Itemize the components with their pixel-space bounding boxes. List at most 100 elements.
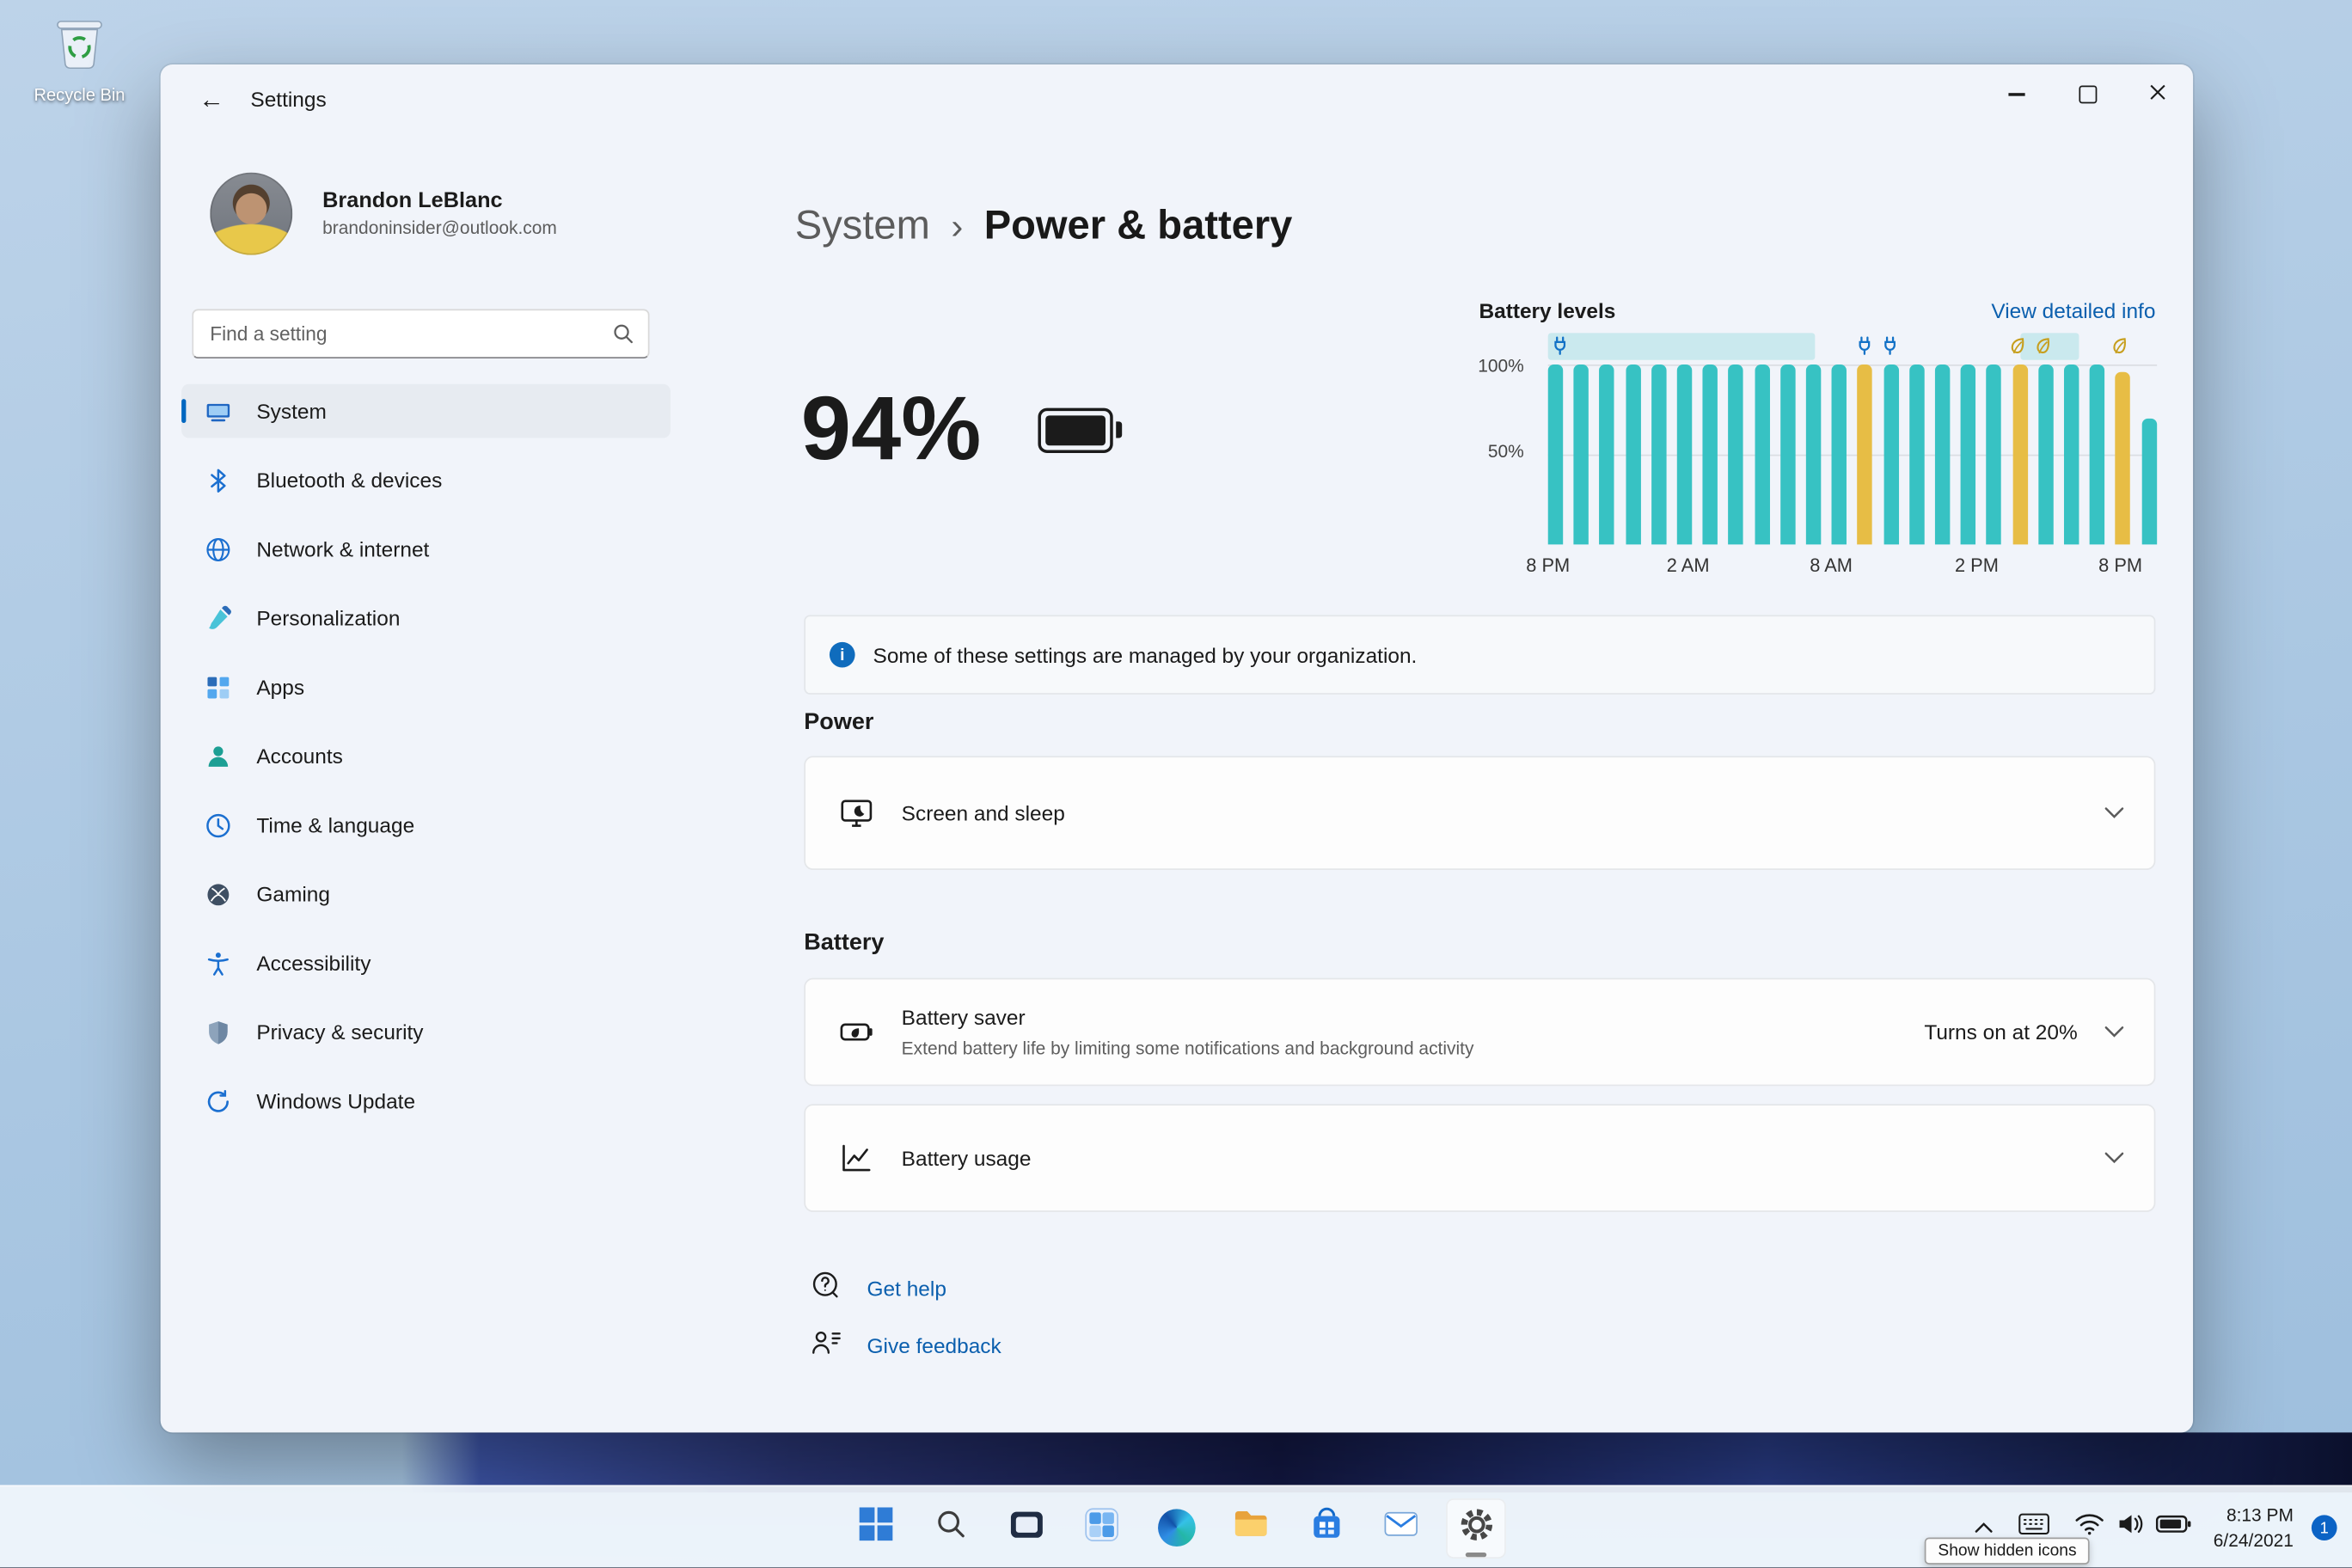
battery-bar	[2012, 364, 2028, 545]
active-app-indicator	[1465, 1552, 1487, 1557]
sidebar-item-apps[interactable]: Apps	[181, 660, 671, 714]
minimize-icon	[2008, 93, 2025, 96]
sidebar-item-accounts[interactable]: Accounts	[181, 729, 671, 783]
sidebar-item-accessibility[interactable]: Accessibility	[181, 936, 671, 990]
sidebar-item-personalization[interactable]: Personalization	[181, 591, 671, 645]
search-box	[192, 309, 650, 359]
profile[interactable]: Brandon LeBlanc brandoninsider@outlook.c…	[210, 172, 557, 255]
battery-bar	[1961, 364, 1976, 545]
desktop-wallpaper	[401, 1432, 2352, 1493]
sidebar-item-windows-update[interactable]: Windows Update	[181, 1074, 671, 1128]
file-explorer-button[interactable]	[1221, 1498, 1281, 1558]
sidebar-item-label: Privacy & security	[256, 1020, 424, 1044]
search-icon	[612, 322, 634, 352]
search-input[interactable]	[192, 309, 650, 359]
get-help-link[interactable]: Get help	[867, 1277, 946, 1301]
y-tick-label: 50%	[1487, 441, 1524, 462]
sidebar-item-bluetooth-devices[interactable]: Bluetooth & devices	[181, 453, 671, 507]
widgets-icon	[1082, 1505, 1120, 1550]
section-heading-battery: Battery	[804, 929, 885, 956]
battery-bar	[1779, 364, 1796, 545]
settings-app-button[interactable]	[1446, 1498, 1506, 1559]
task-view-button[interactable]	[996, 1498, 1057, 1558]
charge-band	[1547, 333, 1815, 360]
plug-marker-icon	[1553, 336, 1569, 363]
sidebar-item-privacy-security[interactable]: Privacy & security	[181, 1005, 671, 1059]
task-view-icon	[1008, 1505, 1045, 1550]
mail-icon	[1381, 1504, 1420, 1551]
battery-bar	[1987, 364, 2002, 545]
apps-icon	[203, 672, 233, 702]
battery-chart-bars	[1547, 364, 2157, 545]
battery-percent: 94%	[800, 377, 982, 479]
close-button[interactable]	[2122, 64, 2193, 125]
screen-and-sleep-icon	[838, 795, 874, 831]
chevron-down-icon	[2104, 1144, 2124, 1171]
gaming-icon	[203, 879, 233, 910]
start-button[interactable]	[846, 1498, 906, 1558]
eco-marker-icon	[2009, 336, 2025, 363]
volume-icon	[2116, 1512, 2142, 1544]
chevron-down-icon	[2104, 1019, 2124, 1045]
view-detailed-info-link[interactable]: View detailed info	[1991, 298, 2155, 322]
x-tick-label: 8 PM	[2098, 554, 2143, 577]
battery-usage-card[interactable]: Battery usage	[804, 1104, 2156, 1212]
banner-text: Some of these settings are managed by yo…	[873, 642, 1418, 667]
x-axis-labels: 8 PM 2 AM 8 AM 2 PM 8 PM	[1526, 554, 2157, 579]
mail-button[interactable]	[1371, 1498, 1431, 1558]
taskbar-clock[interactable]: 8:13 PM 6/24/2021	[2204, 1504, 2302, 1552]
battery-bar	[2090, 364, 2105, 545]
page-title: Power & battery	[983, 202, 1293, 248]
get-help-icon	[810, 1268, 842, 1308]
sidebar-item-gaming[interactable]: Gaming	[181, 867, 671, 922]
accounts-icon	[203, 741, 233, 771]
maximize-button[interactable]	[2052, 64, 2122, 125]
card-subtitle: Extend battery life by limiting some not…	[901, 1038, 1474, 1059]
card-title: Battery saver	[901, 1005, 1026, 1030]
x-tick-label: 8 PM	[1526, 554, 1571, 577]
back-arrow-icon: ←	[199, 85, 224, 114]
give-feedback-link[interactable]: Give feedback	[867, 1333, 1001, 1357]
minimize-button[interactable]	[1981, 64, 2052, 125]
recycle-bin-shortcut[interactable]: Recycle Bin	[21, 9, 138, 105]
chevron-down-icon	[2104, 799, 2124, 826]
sidebar-nav: System Bluetooth & devices Network & int…	[181, 383, 671, 1143]
windows-update-icon	[203, 1086, 233, 1116]
battery-bar	[1651, 364, 1667, 545]
personalization-icon	[203, 603, 233, 633]
screen-and-sleep-card[interactable]: Screen and sleep	[804, 756, 2156, 871]
sidebar-item-label: Gaming	[256, 882, 330, 906]
sidebar-item-network-internet[interactable]: Network & internet	[181, 522, 671, 576]
x-tick-label: 2 AM	[1666, 554, 1710, 577]
battery-usage-icon	[838, 1140, 874, 1176]
breadcrumb-parent[interactable]: System	[795, 203, 930, 249]
sidebar-item-system[interactable]: System	[181, 383, 671, 438]
sidebar-item-time-language[interactable]: Time & language	[181, 798, 671, 852]
widgets-button[interactable]	[1071, 1498, 1131, 1558]
battery-bar	[1935, 364, 1951, 545]
battery-saver-card[interactable]: Battery saver Extend battery life by lim…	[804, 977, 2156, 1087]
taskbar-search-button[interactable]	[921, 1498, 981, 1558]
battery-bar	[2038, 364, 2054, 545]
sidebar-item-label: Bluetooth & devices	[256, 468, 443, 493]
microsoft-store-button[interactable]	[1296, 1498, 1357, 1558]
battery-bar	[1883, 364, 1899, 545]
close-icon	[2149, 81, 2165, 107]
system-icon	[203, 396, 233, 426]
sidebar-item-label: Apps	[256, 675, 305, 700]
eco-marker-icon	[2035, 336, 2051, 363]
network-icon	[203, 534, 233, 564]
card-title: Battery usage	[901, 1146, 1032, 1171]
titlebar: ← Settings	[161, 64, 2193, 137]
battery-bar	[1547, 364, 1564, 545]
desktop: Recycle Bin ← Settings Brandon LeBlanc b…	[0, 0, 2352, 1568]
show-hidden-icons-tooltip: Show hidden icons	[1924, 1537, 2091, 1565]
main-content: System › Power & battery 94% Battery lev…	[795, 137, 2158, 1433]
back-button[interactable]: ←	[185, 77, 239, 125]
window-title: Settings	[250, 87, 327, 112]
bluetooth-icon	[203, 465, 233, 495]
battery-bar	[2116, 371, 2131, 545]
notification-badge[interactable]: 1	[2311, 1515, 2337, 1541]
edge-button[interactable]	[1146, 1498, 1206, 1558]
maximize-icon	[2078, 85, 2097, 104]
